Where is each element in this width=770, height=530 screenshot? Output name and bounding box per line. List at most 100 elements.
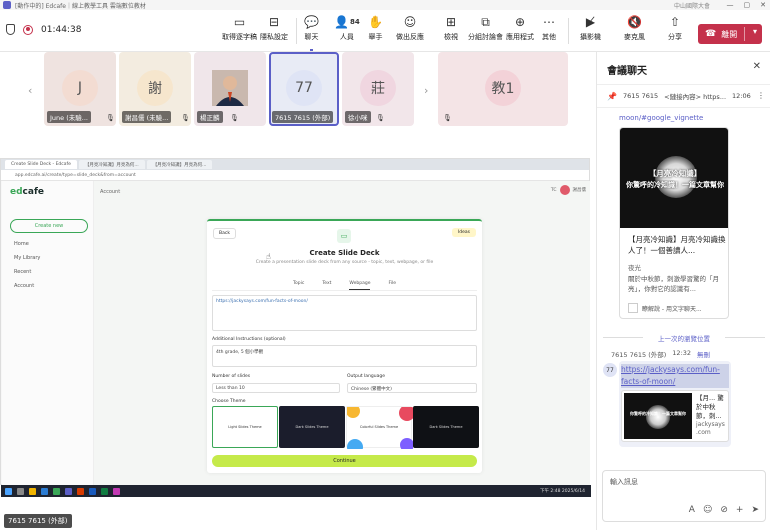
last-read-marker: 上一次的瀏覽位置 bbox=[603, 333, 765, 343]
react-icon: ☺ bbox=[403, 15, 417, 29]
mic-off-icon: 🔇 bbox=[627, 15, 642, 29]
theme-colorful[interactable]: Colorful Slides Theme bbox=[346, 406, 413, 449]
breakout-rooms-button[interactable]: ⧉ 分組討論會 bbox=[468, 14, 503, 48]
participant-name: June (未驗... bbox=[47, 111, 91, 123]
chat-icon: 💬 bbox=[304, 15, 319, 29]
nav-home[interactable]: Home bbox=[14, 241, 29, 247]
more-button[interactable]: ⋯ 其他 bbox=[542, 14, 556, 48]
more-icon: ⋯ bbox=[543, 15, 555, 29]
nav-account[interactable]: Account bbox=[14, 283, 34, 289]
minimize-icon[interactable]: — bbox=[727, 1, 734, 9]
ideas-button[interactable]: Ideas bbox=[451, 228, 476, 237]
share-button[interactable]: ⇧ 分享 bbox=[668, 14, 682, 48]
camera-button[interactable]: ▶̸ 攝影機 bbox=[580, 14, 601, 48]
create-new-button[interactable]: Create new bbox=[10, 219, 88, 233]
chrome-icon[interactable] bbox=[53, 487, 60, 495]
participant-tile[interactable]: J June (未驗... 🎙 bbox=[44, 52, 116, 126]
folder-icon[interactable] bbox=[29, 487, 36, 495]
attach-icon[interactable]: ⊘ bbox=[720, 505, 728, 515]
transcript-icon: ▭ bbox=[233, 15, 246, 29]
participant-tile[interactable]: 謝 謝昌儒 (未驗... 🎙 bbox=[119, 52, 191, 126]
continue-button[interactable]: Continue bbox=[212, 455, 477, 467]
edge-icon[interactable] bbox=[41, 487, 48, 495]
back-button[interactable]: Back bbox=[213, 228, 236, 239]
slides-select[interactable]: Less than 10 bbox=[212, 383, 340, 393]
tab-webpage[interactable]: Webpage bbox=[349, 281, 371, 290]
card-title: 【月... 驚於中秋節，刺... bbox=[696, 394, 724, 420]
message-input[interactable] bbox=[610, 478, 760, 486]
browser-tab[interactable]: 【月亮冷知識】月亮為何... bbox=[78, 160, 145, 169]
emoji-icon[interactable]: ☺ bbox=[703, 505, 712, 515]
message-link[interactable]: moon/#google_vignette bbox=[619, 114, 703, 122]
close-icon[interactable]: ✕ bbox=[753, 61, 761, 72]
powerpoint-icon[interactable] bbox=[77, 487, 84, 495]
transcript-button[interactable]: ▭ 取得逐字稿 bbox=[222, 14, 257, 48]
tab-text[interactable]: Text bbox=[322, 281, 331, 290]
link-preview-card[interactable]: 你驚呼的冷知識！一篇文章幫你 【月... 驚於中秋節，刺... jackysay… bbox=[621, 390, 729, 442]
mic-off-icon: 🎙 bbox=[106, 114, 115, 122]
people-icon: 👤 84 bbox=[334, 15, 360, 29]
participant-tile[interactable]: 莊 徐小咪 🎙 bbox=[342, 52, 414, 126]
mic-button[interactable]: 🔇 麥克風 bbox=[624, 14, 645, 48]
search-icon[interactable] bbox=[17, 487, 24, 495]
nav-recent[interactable]: Recent bbox=[14, 269, 31, 275]
view-button[interactable]: ⊞ 檢視 bbox=[444, 14, 458, 48]
user-menu[interactable]: TC 謝昌儒 bbox=[551, 185, 586, 195]
webpage-url-field[interactable]: https://jackysays.com/fun-facts-of-moon/ bbox=[212, 295, 477, 331]
mic-off-icon: 🎙 bbox=[376, 114, 385, 122]
edcafe-logo: edcafe bbox=[10, 187, 44, 197]
panel-subtitle: Create a presentation slide deck from an… bbox=[255, 260, 434, 265]
edcafe-sidebar: edcafe Create new Home My Library Recent… bbox=[2, 181, 94, 485]
panel-title: Create Slide Deck bbox=[309, 249, 380, 257]
message-link[interactable]: https://jackysays.com/fun-facts-of-moon/ bbox=[621, 364, 729, 388]
theme-light[interactable]: Light Slides Theme bbox=[212, 406, 278, 448]
teams-icon[interactable] bbox=[65, 487, 72, 495]
tab-file[interactable]: File bbox=[388, 281, 396, 290]
participant-name: 7615 7615 (外部) bbox=[272, 111, 334, 123]
mic-off-icon: 🎙 bbox=[181, 114, 190, 122]
participant-tile[interactable]: 楊正麟 🎙 bbox=[194, 52, 266, 126]
plus-icon[interactable]: + bbox=[736, 505, 744, 515]
chat-button[interactable]: 💬 聊天 bbox=[304, 14, 319, 51]
additional-instructions-field[interactable]: 4th grade, 5 個小學觀 bbox=[212, 345, 477, 367]
browser-tabs: Create Slide Deck - Edcafe 【月亮冷知識】月亮為何..… bbox=[1, 159, 589, 170]
avatar bbox=[559, 185, 570, 195]
maximize-icon[interactable]: ▢ bbox=[744, 1, 751, 9]
excel-icon[interactable] bbox=[101, 487, 108, 495]
participant-tile[interactable]: 教1 🎙 bbox=[438, 52, 568, 126]
chevron-right-icon[interactable]: › bbox=[424, 84, 428, 97]
word-icon[interactable] bbox=[89, 487, 96, 495]
link-preview-card[interactable]: 【月亮冷知識】 你驚呼的冷知識！一篇文章幫你 【月亮冷知識】月亮冷知識換人了！一… bbox=[619, 127, 729, 319]
chevron-down-icon[interactable]: ▾ bbox=[753, 27, 757, 36]
app-icon[interactable] bbox=[113, 487, 120, 495]
windows-start-icon[interactable] bbox=[5, 487, 12, 495]
tab-topic[interactable]: Topic bbox=[293, 281, 304, 290]
browser-tab[interactable]: 【月亮冷知識】月亮為何... bbox=[146, 160, 213, 169]
message-bubble: https://jackysays.com/fun-facts-of-moon/… bbox=[619, 361, 731, 447]
language-select[interactable]: Chinese (繁體中文) bbox=[347, 383, 477, 393]
format-icon[interactable]: A bbox=[689, 505, 695, 515]
send-icon[interactable]: ➤ bbox=[751, 505, 759, 515]
shield-icon bbox=[6, 24, 15, 35]
privacy-button[interactable]: ⊟ 隱私設定 bbox=[260, 14, 288, 48]
more-icon[interactable]: ⋮ bbox=[757, 91, 765, 100]
theme-dark-2[interactable]: Dark Slides Theme bbox=[413, 406, 479, 448]
react-button[interactable]: ☺ 做出反應 bbox=[396, 14, 424, 48]
participant-tile-presenter[interactable]: 77 7615 7615 (外部) bbox=[269, 52, 339, 126]
language-label: Output language bbox=[347, 374, 386, 379]
meeting-toolbar: 01:44:38 ▭ 取得逐字稿 ⊟ 隱私設定 💬 聊天 👤 84 人員 ✋ 舉手… bbox=[0, 10, 770, 52]
apps-button[interactable]: ⊕ 應用程式 bbox=[506, 14, 534, 48]
raise-hand-button[interactable]: ✋ 舉手 bbox=[368, 14, 383, 48]
participant-name: 徐小咪 bbox=[345, 111, 371, 123]
slides-label: Number of slides bbox=[212, 374, 251, 379]
address-bar[interactable]: app.edcafe.ai/create/type=slide_deck&fro… bbox=[1, 170, 589, 181]
account-breadcrumb[interactable]: Account bbox=[100, 189, 120, 195]
close-window-icon[interactable]: ✕ bbox=[760, 1, 766, 9]
nav-my-library[interactable]: My Library bbox=[14, 255, 40, 261]
chevron-left-icon[interactable]: ‹ bbox=[28, 84, 32, 97]
pinned-message[interactable]: 📌 7615 7615 <鏈接內容> https... 12:06 ⋮ bbox=[597, 84, 770, 108]
leave-button[interactable]: ☎ 離開 ▾ bbox=[698, 24, 762, 44]
people-button[interactable]: 👤 84 人員 bbox=[334, 14, 360, 48]
browser-tab[interactable]: Create Slide Deck - Edcafe bbox=[5, 160, 77, 169]
theme-dark[interactable]: Dark Slides Theme bbox=[279, 406, 345, 448]
